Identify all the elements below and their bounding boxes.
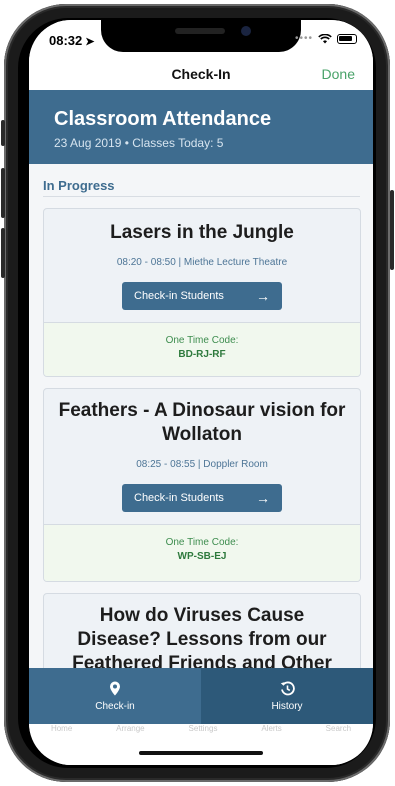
class-title: How do Viruses Cause Disease? Lessons fr… [72, 605, 332, 674]
page-title: Classroom Attendance [54, 108, 272, 130]
tab-history[interactable]: History [201, 668, 373, 724]
ghost-tab-label: Home [50, 724, 73, 733]
class-list[interactable]: In Progress Lasers in the Jungle 08:20 -… [29, 164, 373, 684]
checkin-button-label: Check-in Students [134, 290, 224, 302]
done-button[interactable]: Done [322, 66, 355, 82]
one-time-code-box: One Time Code: WP-SB-EJ [44, 524, 360, 581]
app-screen: 08:32 ➤ •••• Check-In Done Classroom Atte… [29, 20, 373, 765]
notch [101, 20, 301, 52]
class-meta: 08:25 - 08:55 | Doppler Room [136, 459, 268, 470]
code-label: One Time Code: [165, 537, 239, 548]
checkin-students-button[interactable]: Check-in Students → [122, 282, 282, 310]
speaker [175, 28, 225, 34]
volume-down-button [1, 228, 5, 278]
ghost-tab-label: Arrange [116, 724, 145, 733]
class-title: Feathers - A Dinosaur vision for Wollato… [58, 400, 346, 445]
class-meta: 08:20 - 08:50 | Miethe Lecture Theatre [116, 257, 288, 268]
attendance-header: Classroom Attendance 23 Aug 2019 • Class… [29, 90, 373, 164]
ghost-tab-labels: Home Arrange Settings Alerts Search [29, 724, 373, 733]
checkin-students-button[interactable]: Check-in Students → [122, 484, 282, 512]
tab-checkin-label: Check-in [95, 700, 135, 712]
location-arrow-icon: ➤ [85, 36, 95, 48]
code-label: One Time Code: [165, 335, 239, 346]
status-bar: 08:32 ➤ •••• [29, 20, 373, 60]
ghost-tab-label: Settings [188, 724, 218, 733]
silent-switch [1, 120, 5, 146]
class-card: Feathers - A Dinosaur vision for Wollato… [43, 388, 361, 582]
one-time-code-box: One Time Code: BD-RJ-RF [44, 322, 360, 376]
checkin-button-label: Check-in Students [134, 492, 224, 504]
status-icons: •••• [295, 33, 357, 44]
section-title: In Progress [43, 178, 115, 193]
class-card: Lasers in the Jungle 08:20 - 08:50 | Mie… [43, 208, 361, 377]
tab-checkin[interactable]: Check-in [29, 668, 201, 724]
bottom-area: Home Arrange Settings Alerts Search [29, 724, 373, 765]
battery-icon [337, 33, 357, 44]
code-value: WP-SB-EJ [177, 551, 227, 562]
ghost-tab-label: Search [325, 724, 352, 733]
camera [241, 26, 251, 36]
tab-history-label: History [271, 700, 303, 712]
status-time: 08:32 ➤ [49, 33, 95, 48]
history-icon [280, 681, 295, 695]
home-indicator[interactable] [139, 751, 263, 755]
nav-bar: Check-In Done [29, 60, 373, 90]
arrow-right-icon: → [256, 288, 270, 304]
map-marker-icon [110, 681, 120, 695]
power-button [390, 190, 394, 270]
section-divider [43, 196, 360, 197]
ghost-tab-label: Alerts [261, 724, 282, 733]
class-title: Lasers in the Jungle [110, 222, 294, 243]
wifi-icon [318, 33, 332, 43]
signal-icon: •••• [294, 33, 313, 44]
arrow-right-icon: → [256, 490, 270, 506]
code-value: BD-RJ-RF [178, 349, 226, 360]
tab-bar: Check-in History [29, 668, 373, 724]
volume-up-button [1, 168, 5, 218]
page-subtitle: 23 Aug 2019 • Classes Today: 5 [54, 136, 224, 150]
